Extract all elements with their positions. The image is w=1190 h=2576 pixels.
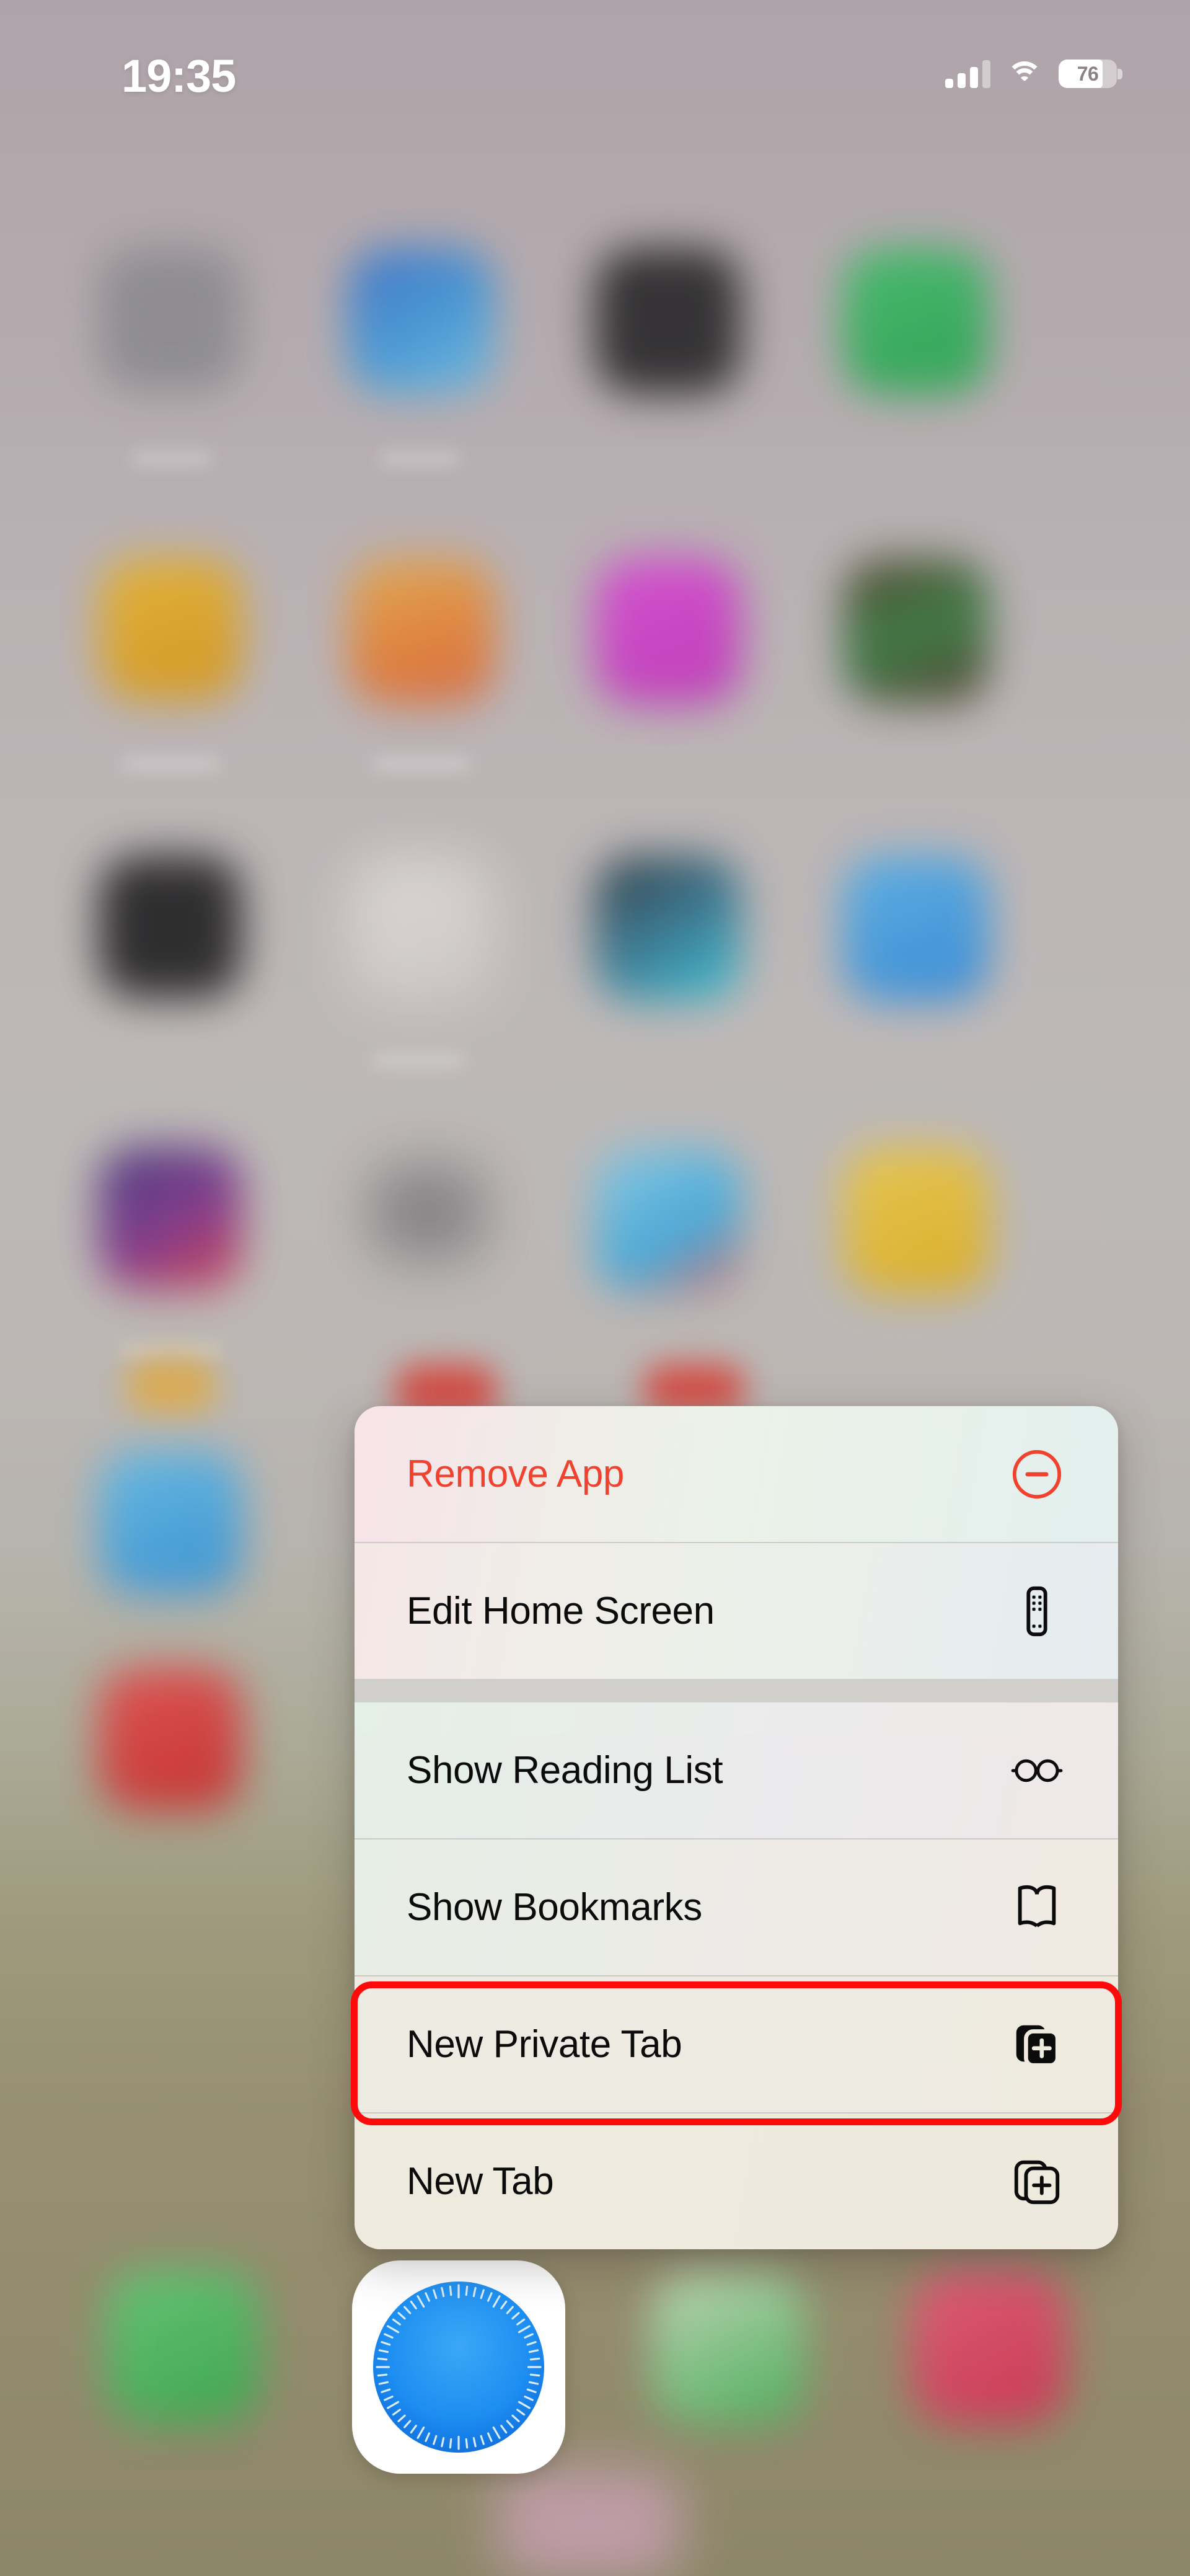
dock-icon-blob bbox=[105, 2269, 260, 2424]
minus-circle-icon bbox=[1010, 1448, 1064, 1501]
app-icon-blob bbox=[99, 856, 242, 998]
safari-app-icon[interactable] bbox=[352, 2260, 565, 2474]
app-icon-blob bbox=[843, 856, 989, 1002]
menu-item-show-reading-list[interactable]: Show Reading List bbox=[355, 1702, 1118, 1838]
menu-section-separator bbox=[355, 1679, 1118, 1702]
app-icon-blob bbox=[843, 558, 989, 704]
safari-compass-icon bbox=[373, 2282, 544, 2453]
menu-item-label: Edit Home Screen bbox=[407, 1590, 715, 1632]
app-label-blur bbox=[372, 758, 471, 770]
menu-item-label: New Private Tab bbox=[407, 2023, 682, 2066]
app-icon-blob bbox=[99, 558, 242, 701]
menu-item-label: New Tab bbox=[407, 2160, 554, 2203]
app-label-blur bbox=[121, 1345, 221, 1358]
dock-icon-blob bbox=[911, 2269, 1066, 2424]
dock-icon-blob bbox=[496, 2468, 682, 2576]
eyeglasses-icon bbox=[1010, 1744, 1064, 1797]
app-icon-blob bbox=[348, 558, 495, 704]
open-book-icon bbox=[1010, 1881, 1064, 1934]
menu-item-label: Show Reading List bbox=[407, 1749, 723, 1792]
menu-item-label: Remove App bbox=[407, 1453, 624, 1495]
app-context-menu[interactable]: Remove App Edit Home Screen Show Reading… bbox=[355, 1406, 1118, 2249]
app-icon-blob bbox=[595, 558, 741, 704]
app-icon-blob bbox=[843, 1147, 989, 1293]
app-icon-blob bbox=[595, 248, 741, 394]
app-icon-blob bbox=[128, 1358, 214, 1414]
home-screen-edit-icon bbox=[1010, 1585, 1064, 1638]
app-icon-blob bbox=[348, 856, 495, 1002]
dock-icon-blob bbox=[651, 2269, 806, 2424]
app-icon-blob bbox=[843, 248, 989, 394]
app-label-blur bbox=[372, 1054, 465, 1066]
status-bar-indicators: 76 bbox=[945, 60, 1122, 88]
app-icon-blob bbox=[372, 1166, 483, 1259]
tabs-plus-outline-icon bbox=[1010, 2155, 1064, 2208]
app-icon-blob bbox=[99, 1668, 242, 1810]
app-label-blur bbox=[121, 758, 221, 770]
app-icon-blob bbox=[99, 248, 242, 391]
battery-icon: 76 bbox=[1059, 60, 1122, 88]
menu-item-new-tab[interactable]: New Tab bbox=[355, 2113, 1118, 2249]
status-bar: 19:35 76 bbox=[0, 0, 1190, 130]
app-icon-blob bbox=[348, 248, 495, 394]
tabs-plus-filled-icon bbox=[1010, 2018, 1064, 2071]
cellular-signal-icon bbox=[945, 60, 990, 88]
app-label-blur bbox=[131, 453, 212, 465]
ios-home-screen: 19:35 76 Remove App Edit Home Screen Sho… bbox=[0, 0, 1190, 2576]
app-icon-blob bbox=[595, 856, 741, 1002]
app-label-blur bbox=[379, 453, 460, 465]
menu-item-remove-app[interactable]: Remove App bbox=[355, 1406, 1118, 1542]
app-icon-blob bbox=[595, 1147, 741, 1293]
menu-item-show-bookmarks[interactable]: Show Bookmarks bbox=[355, 1839, 1118, 1975]
app-icon-blob bbox=[99, 1451, 242, 1593]
menu-item-label: Show Bookmarks bbox=[407, 1886, 702, 1929]
menu-item-edit-home-screen[interactable]: Edit Home Screen bbox=[355, 1543, 1118, 1679]
wifi-icon bbox=[1007, 60, 1042, 87]
menu-item-new-private-tab[interactable]: New Private Tab bbox=[355, 1976, 1118, 2112]
battery-percent-label: 76 bbox=[1077, 62, 1099, 85]
app-icon-blob bbox=[99, 1147, 242, 1290]
status-bar-clock: 19:35 bbox=[121, 50, 236, 102]
